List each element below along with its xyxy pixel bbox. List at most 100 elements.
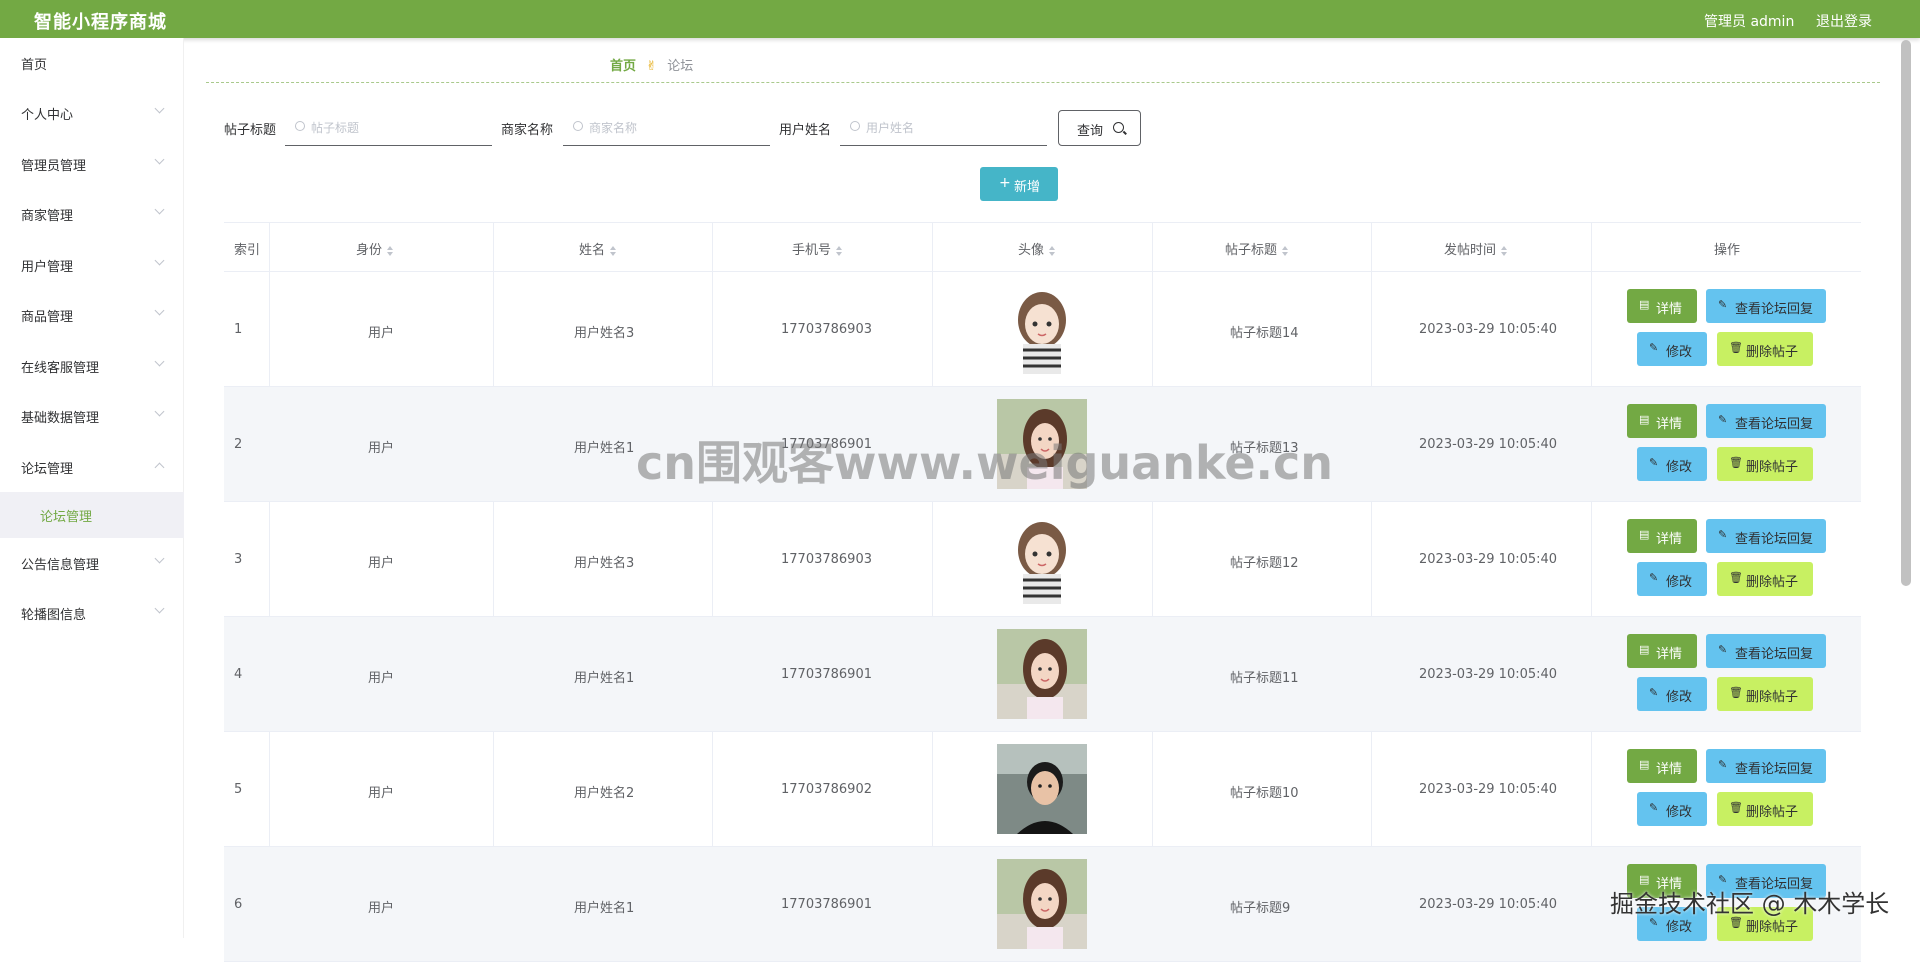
sidebar-item-merchant-management[interactable]: 商家管理	[0, 189, 184, 239]
chevron-down-icon	[154, 553, 165, 564]
delete-post-button[interactable]: 🗑 删除帖子	[1717, 332, 1813, 366]
detail-button[interactable]: ▤ 详情	[1627, 634, 1697, 668]
edit-button[interactable]: ✎ 修改	[1637, 447, 1707, 481]
detail-button[interactable]: ▤ 详情	[1627, 749, 1697, 783]
edit-button[interactable]: ✎ 修改	[1637, 677, 1707, 711]
app-title: 智能小程序商城	[34, 12, 167, 33]
sidebar-item-product-management[interactable]: 商品管理	[0, 290, 184, 340]
sort-icon[interactable]	[1282, 245, 1289, 256]
cell-post-time: 2023-03-29 10:05:40	[1419, 782, 1558, 797]
sort-icon[interactable]	[610, 245, 617, 256]
detail-button[interactable]: ▤ 详情	[1627, 289, 1697, 323]
sidebar-item-admin-management[interactable]: 管理员管理	[0, 139, 184, 189]
sidebar-item-customer-service[interactable]: 在线客服管理	[0, 341, 184, 391]
avatar	[997, 629, 1087, 719]
cell-post-time: 2023-03-29 10:05:40	[1419, 437, 1558, 452]
sort-icon[interactable]	[1501, 245, 1508, 256]
cell-phone: 17703786901	[781, 667, 872, 682]
sort-icon[interactable]	[387, 245, 394, 256]
cell-post-time: 2023-03-29 10:05:40	[1419, 552, 1558, 567]
sidebar-item-base-data[interactable]: 基础数据管理	[0, 391, 184, 441]
sidebar-item-personal-center[interactable]: 个人中心	[0, 88, 184, 138]
merchant-name-input[interactable]	[589, 116, 764, 140]
view-replies-button[interactable]: ✎ 查看论坛回复	[1706, 289, 1826, 323]
edit-icon: ✎	[1649, 571, 1659, 584]
top-bar: 智能小程序商城 管理员 admin 退出登录	[0, 0, 1920, 38]
edit-icon: ✎	[1718, 298, 1728, 311]
view-replies-button[interactable]: ✎ 查看论坛回复	[1706, 404, 1826, 438]
logout-link[interactable]: 退出登录	[1816, 11, 1872, 31]
breadcrumb-home[interactable]: 首页	[610, 59, 636, 74]
column-header-post-time[interactable]: 发帖时间	[1444, 239, 1508, 258]
edit-button[interactable]: ✎ 修改	[1637, 562, 1707, 596]
sidebar-item-label: 轮播图信息	[21, 608, 87, 623]
view-replies-button[interactable]: ✎ 查看论坛回复	[1706, 519, 1826, 553]
post-title-input[interactable]	[311, 116, 486, 140]
avatar	[997, 284, 1087, 374]
edit-button-label: 修改	[1666, 575, 1693, 590]
trash-icon: 🗑	[1729, 341, 1743, 354]
column-header-identity[interactable]: 身份	[356, 239, 394, 258]
sidebar-subitem-forum[interactable]: 论坛管理	[0, 492, 184, 538]
query-button[interactable]: 查询	[1058, 110, 1141, 146]
delete-post-button[interactable]: 🗑 删除帖子	[1717, 792, 1813, 826]
avatar	[997, 859, 1087, 949]
cell-post-title: 帖子标题11	[1230, 671, 1299, 686]
cell-phone: 17703786901	[781, 897, 872, 912]
delete-post-button[interactable]: 🗑 删除帖子	[1717, 562, 1813, 596]
column-header-name[interactable]: 姓名	[579, 239, 617, 258]
sort-icon[interactable]	[836, 245, 843, 256]
document-icon: ▤	[1639, 528, 1650, 541]
chevron-down-icon	[154, 305, 165, 316]
cell-index: 6	[234, 897, 243, 912]
chevron-down-icon	[154, 603, 165, 614]
column-header-phone[interactable]: 手机号	[792, 239, 843, 258]
sidebar-item-label: 论坛管理	[21, 462, 74, 477]
sidebar-item-notice-management[interactable]: 公告信息管理	[0, 538, 184, 588]
sidebar-item-label: 在线客服管理	[21, 361, 100, 376]
cell-post-time: 2023-03-29 10:05:40	[1419, 897, 1558, 912]
search-icon	[850, 121, 860, 131]
sidebar-item-user-management[interactable]: 用户管理	[0, 240, 184, 290]
edit-button[interactable]: ✎ 修改	[1637, 332, 1707, 366]
view-replies-button[interactable]: ✎ 查看论坛回复	[1706, 749, 1826, 783]
cell-index: 2	[234, 437, 243, 452]
sidebar-item-home[interactable]: 首页	[0, 38, 184, 88]
sort-icon[interactable]	[1049, 245, 1056, 256]
edit-button[interactable]: ✎ 修改	[1637, 792, 1707, 826]
chevron-up-icon	[154, 462, 165, 473]
table-row: 3 用户 用户姓名3 17703786903 帖子标题12 2023-03-29 10:0…	[224, 502, 1861, 617]
column-header-post-title[interactable]: 帖子标题	[1225, 239, 1289, 258]
merchant-name-label: 商家名称	[501, 123, 554, 138]
view-replies-button-label: 查看论坛回复	[1735, 762, 1814, 777]
document-icon: ▤	[1639, 758, 1650, 771]
cell-name: 用户姓名3	[574, 556, 635, 571]
add-button[interactable]: + 新增	[980, 167, 1058, 201]
document-icon: ▤	[1639, 298, 1650, 311]
watermark: cn围观客www.weiguanke.cn	[636, 436, 1334, 490]
cell-identity: 用户	[368, 556, 395, 571]
cell-post-time: 2023-03-29 10:05:40	[1419, 322, 1558, 337]
user-name-input[interactable]	[866, 116, 1041, 140]
cell-name: 用户姓名1	[574, 901, 635, 916]
divider	[206, 82, 1880, 83]
cell-index: 1	[234, 322, 243, 337]
view-replies-button[interactable]: ✎ 查看论坛回复	[1706, 634, 1826, 668]
sidebar-item-forum-management[interactable]: 论坛管理	[0, 442, 184, 492]
delete-post-button[interactable]: 🗑 删除帖子	[1717, 677, 1813, 711]
delete-post-button[interactable]: 🗑 删除帖子	[1717, 447, 1813, 481]
table-row: 5 用户 用户姓名2 17703786902 帖子标题10 2023-03-29 10:0…	[224, 732, 1861, 847]
scrollbar[interactable]	[1901, 40, 1911, 586]
edit-icon: ✎	[1718, 643, 1728, 656]
trash-icon: 🗑	[1729, 456, 1743, 469]
column-header-label: 姓名	[579, 243, 606, 258]
sidebar-item-carousel[interactable]: 轮播图信息	[0, 588, 184, 638]
detail-button[interactable]: ▤ 详情	[1627, 519, 1697, 553]
detail-button-label: 详情	[1656, 762, 1683, 777]
user-name-search-field	[840, 110, 1047, 146]
cell-name: 用户姓名1	[574, 441, 635, 456]
column-header-avatar[interactable]: 头像	[1018, 239, 1056, 258]
view-replies-button-label: 查看论坛回复	[1735, 647, 1814, 662]
sidebar-item-label: 基础数据管理	[21, 411, 100, 426]
detail-button[interactable]: ▤ 详情	[1627, 404, 1697, 438]
